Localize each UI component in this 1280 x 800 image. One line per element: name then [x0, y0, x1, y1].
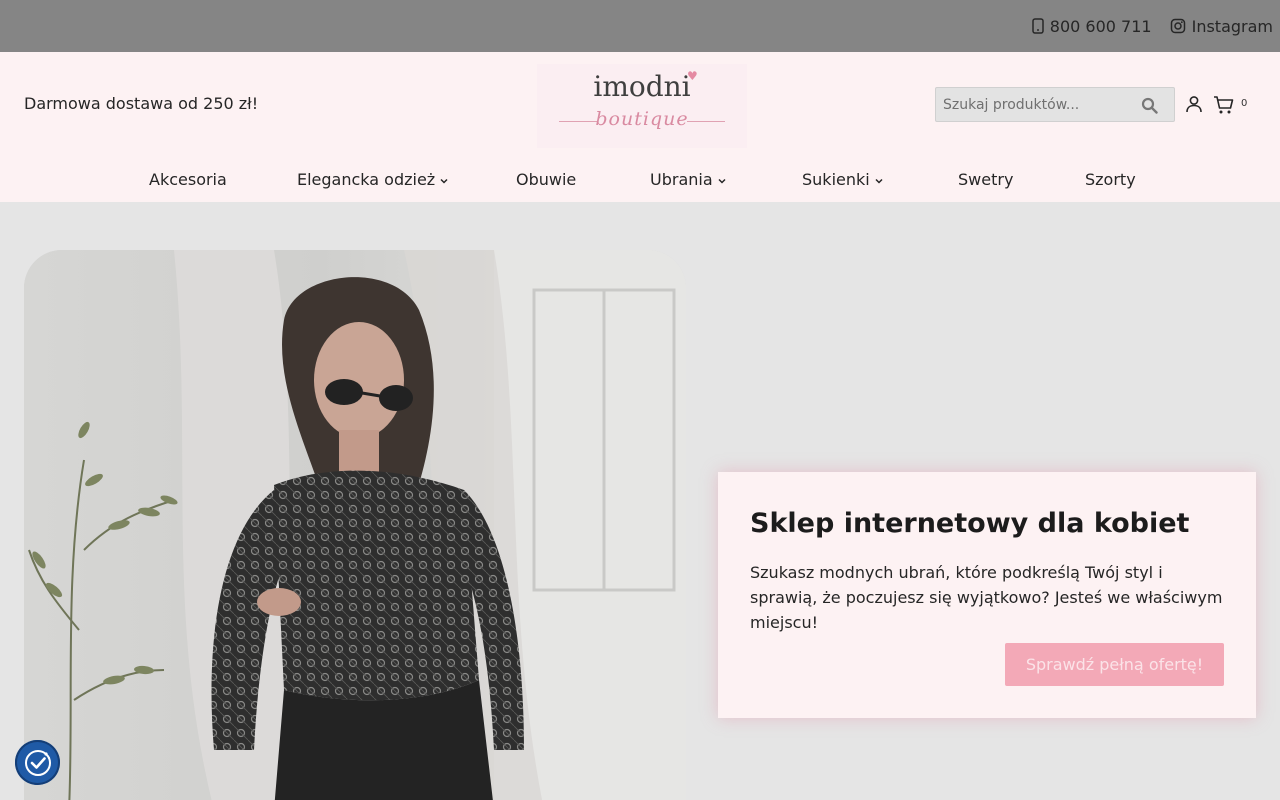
- nav-item-elegancka-odziez[interactable]: Elegancka odzież: [297, 170, 449, 189]
- nav-item-obuwie[interactable]: Obuwie: [516, 170, 576, 189]
- nav-item-label: Elegancka odzież: [297, 170, 436, 189]
- cookie-consent-icon: [24, 749, 51, 776]
- nav-item-label: Ubrania: [650, 170, 713, 189]
- nav-item-label: Obuwie: [516, 170, 577, 189]
- instagram-label: Instagram: [1191, 16, 1273, 36]
- hero-description: Szukasz modnych ubrań, które podkreślą T…: [750, 563, 1223, 632]
- nav-item-label: Swetry: [958, 170, 1014, 189]
- logo-wordmark: imodni: [593, 70, 691, 103]
- user-icon[interactable]: [1185, 95, 1203, 113]
- site-header: Darmowa dostawa od 250 zł! imodni ♥ bout…: [0, 52, 1280, 202]
- hero-image: [24, 250, 686, 800]
- logo-divider: [687, 121, 725, 122]
- logo-script: boutique: [595, 108, 689, 130]
- heart-icon: ♥: [687, 69, 698, 83]
- phone-link[interactable]: 800 600 711: [1032, 17, 1152, 36]
- free-shipping-promo: Darmowa dostawa od 250 zł!: [24, 94, 259, 113]
- cart-count: 0: [1241, 98, 1248, 109]
- instagram-link[interactable]: Instagram: [1170, 17, 1273, 36]
- nav-item-label: Szorty: [1085, 170, 1136, 189]
- nav-item-ubrania[interactable]: Ubrania: [650, 170, 727, 189]
- phone-number: 800 600 711: [1049, 16, 1152, 36]
- chevron-down-icon: [875, 178, 883, 184]
- chevron-down-icon: [440, 178, 448, 184]
- cookie-consent-button[interactable]: [15, 740, 60, 785]
- nav-item-akcesoria[interactable]: Akcesoria: [149, 170, 227, 189]
- site-logo[interactable]: imodni ♥ boutique: [537, 64, 747, 148]
- top-bar: 800 600 711 Instagram: [0, 0, 1280, 52]
- chevron-down-icon: [718, 178, 726, 184]
- hero-photo: [24, 250, 686, 800]
- main-nav: Akcesoria Elegancka odzież Obuwie Ubrani…: [0, 170, 1280, 192]
- search-input[interactable]: [936, 88, 1174, 121]
- search-box: [935, 87, 1175, 122]
- nav-item-label: Akcesoria: [149, 170, 227, 189]
- hero-card: Sklep internetowy dla kobiet Szukasz mod…: [718, 472, 1256, 718]
- nav-item-label: Sukienki: [802, 170, 870, 189]
- nav-item-sukienki[interactable]: Sukienki: [802, 170, 884, 189]
- instagram-icon: [1170, 18, 1185, 34]
- see-offer-button[interactable]: Sprawdź pełną ofertę!: [1005, 643, 1224, 686]
- nav-item-szorty[interactable]: Szorty: [1085, 170, 1136, 189]
- search-icon[interactable]: [1141, 97, 1158, 114]
- cart-icon[interactable]: [1213, 95, 1235, 115]
- hero-title: Sklep internetowy dla kobiet: [750, 508, 1190, 539]
- nav-item-swetry[interactable]: Swetry: [958, 170, 1013, 189]
- phone-icon: [1032, 18, 1044, 34]
